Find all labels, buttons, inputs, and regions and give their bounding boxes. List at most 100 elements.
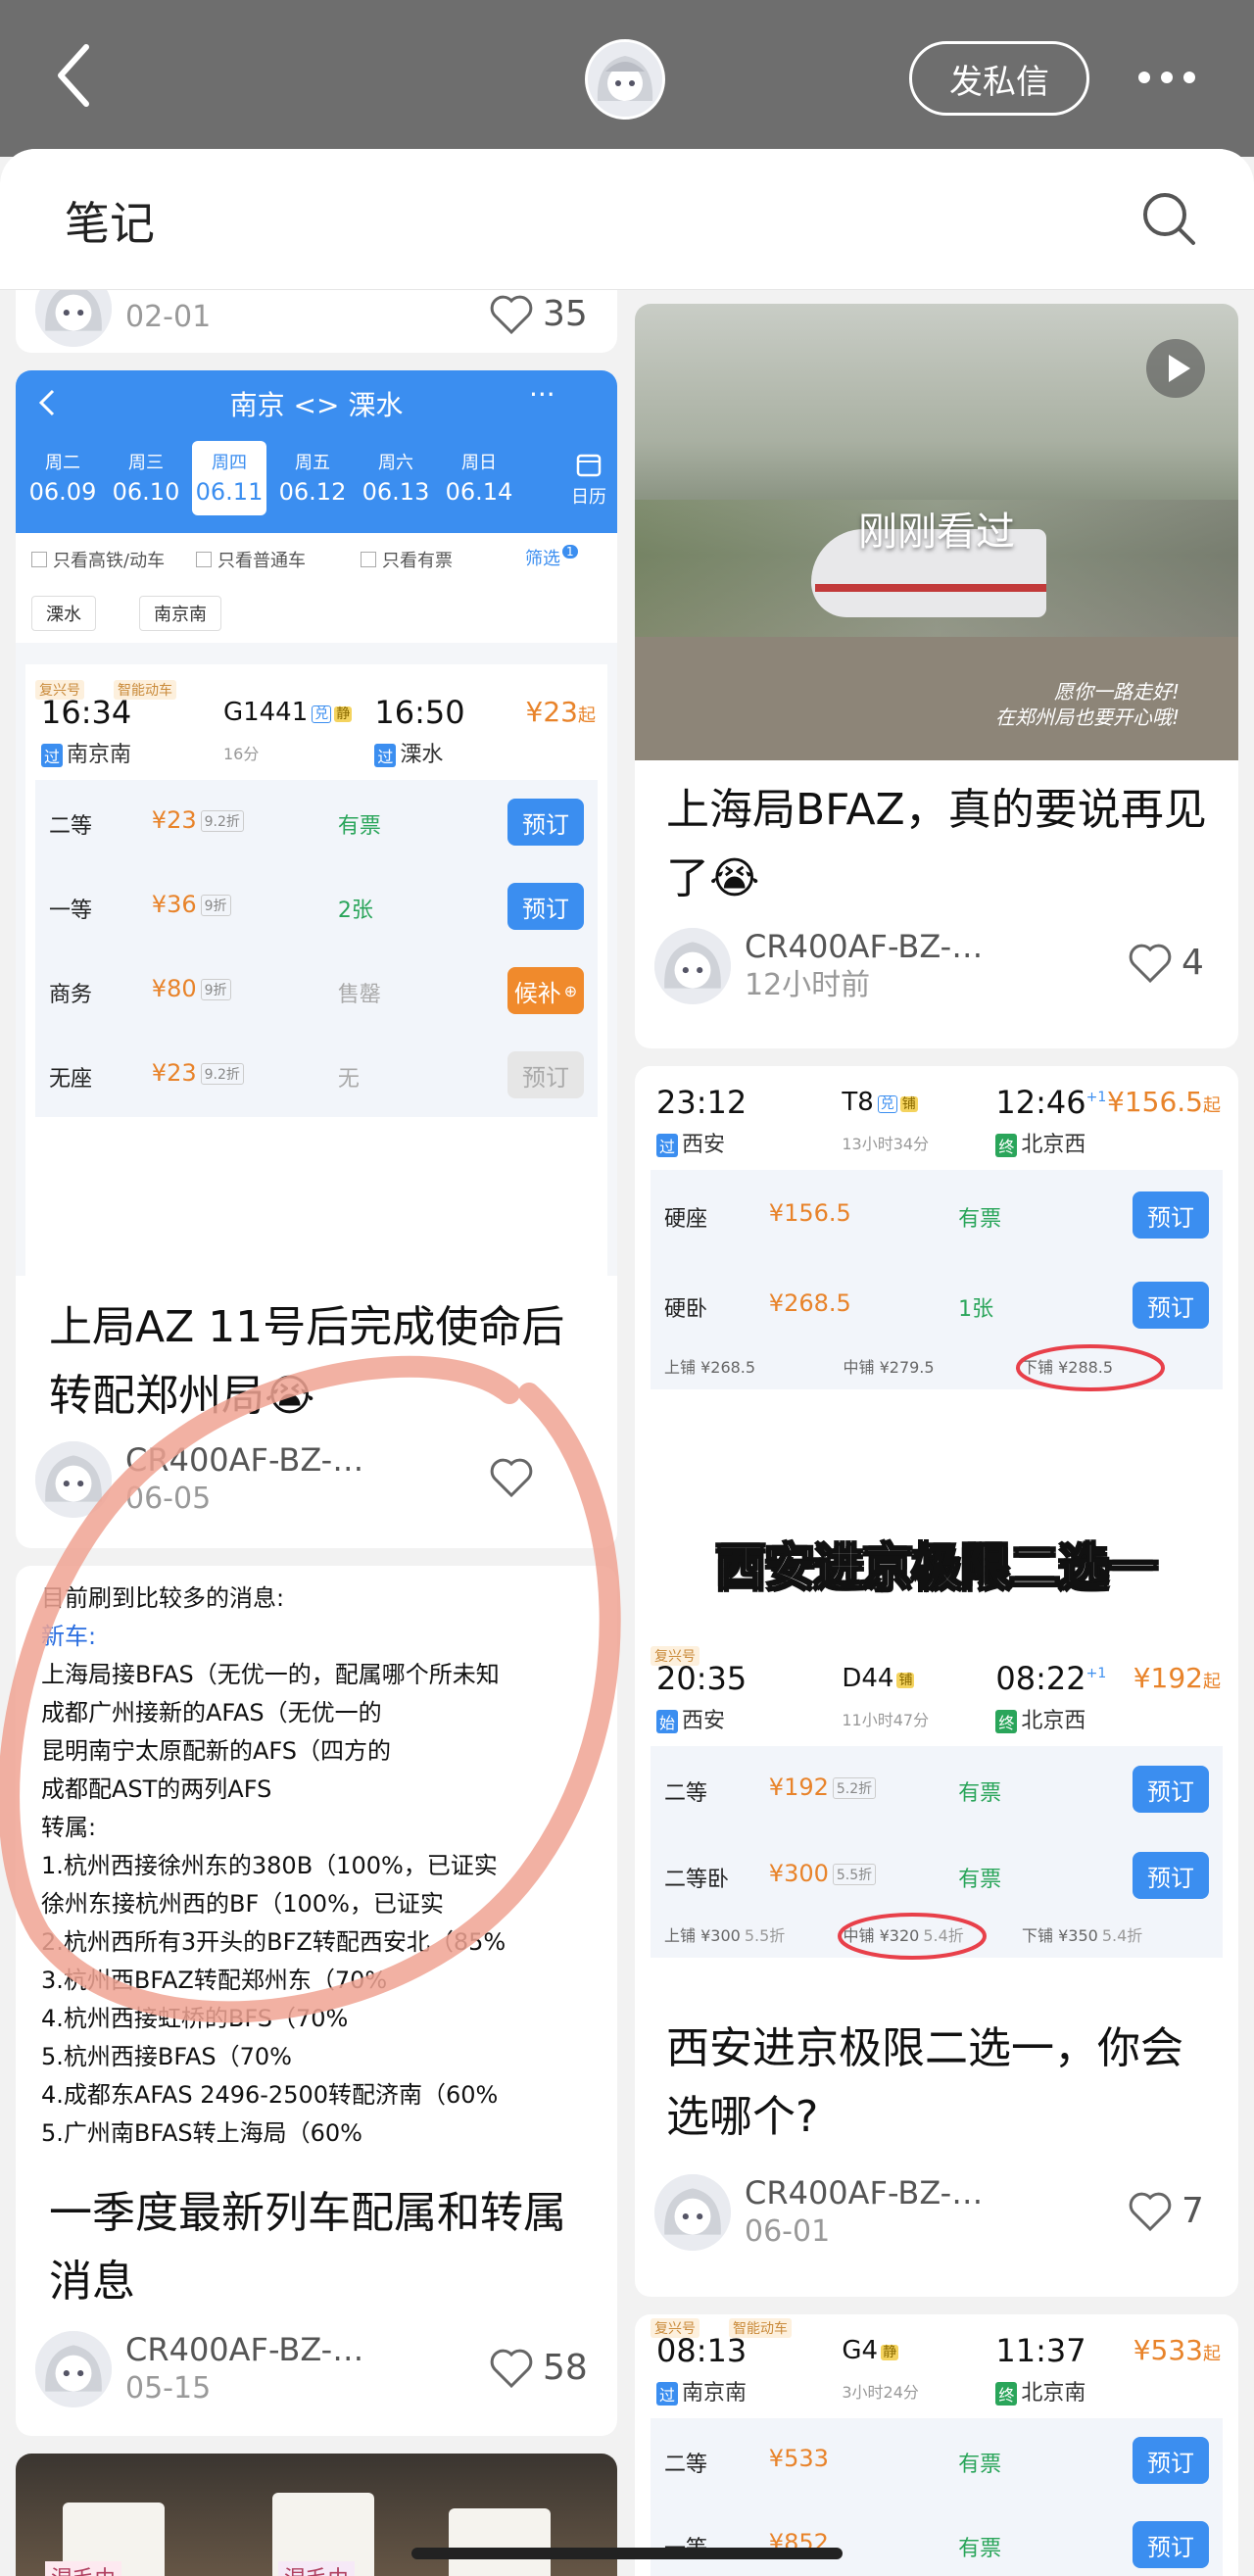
arrival-time: 12:46+1 [995, 1084, 1106, 1121]
more-icon[interactable] [1136, 65, 1197, 90]
seat-price: ¥268.5 [769, 1289, 851, 1317]
filter-label: 只看有票 [382, 551, 453, 571]
train-code: T8 [842, 1088, 874, 1117]
checkbox [31, 552, 47, 567]
station-chip[interactable]: 南京南 [139, 596, 221, 631]
filter-button[interactable]: 筛选 1 [525, 545, 578, 570]
filter-checkbox[interactable]: 只看有票 [361, 547, 453, 572]
station-chip[interactable]: 溧水 [31, 596, 96, 631]
note-title: 上海局BFAZ，真的要说再见了😭 [666, 785, 1207, 903]
berth-price: 上铺 ¥300 5.5折 [664, 1922, 785, 1946]
berth-price-value: 下铺 ¥350 [1022, 1926, 1098, 1945]
book-button-label: 预订 [1147, 1864, 1194, 1892]
notes-title: 笔记 [65, 197, 155, 250]
book-button[interactable]: 预订 [1133, 2437, 1209, 2484]
seat-status: 有票 [337, 814, 381, 839]
filter-checkbox[interactable]: 只看普通车 [196, 547, 306, 572]
date-tab[interactable]: 周二 06.09 [25, 441, 100, 515]
back-icon[interactable] [53, 41, 96, 110]
like-button[interactable]: 4 [1129, 943, 1204, 983]
book-button[interactable]: 预订 [507, 799, 584, 846]
origin-name: 西安 [682, 1133, 726, 1157]
play-icon[interactable] [1144, 337, 1207, 400]
seat-class: 硬座 [664, 1207, 708, 1232]
like-count[interactable]: 35 [490, 294, 588, 334]
seat-class: 硬卧 [664, 1297, 708, 1322]
discount-tag: 9折 [200, 895, 231, 916]
book-button[interactable]: 预订 [507, 1051, 584, 1098]
book-button[interactable]: 预订 [1133, 2521, 1209, 2568]
home-indicator [411, 2548, 843, 2559]
note-card-partial[interactable]: 02-01 35 [16, 290, 617, 353]
departure-time: 23:12 [656, 1084, 748, 1121]
discount-tag: 5.5折 [832, 1864, 877, 1885]
train-result-t8: 23:12 T8 兑铺 12:46+1 ¥156.5起过西安 13小时34分终北京西 硬座 ¥… [641, 1066, 1232, 1527]
note-meta: CR400AF-BZ-… 12小时前 [654, 927, 983, 1005]
date-tab[interactable]: 周三 06.10 [109, 441, 183, 515]
filter-row: 只看高铁/动车 只看普通车 只看有票 筛选 1 [16, 533, 617, 582]
book-button[interactable]: 预订 [1133, 1191, 1209, 1239]
date-tab-date: 06.10 [112, 478, 180, 506]
badge-b: 静 [334, 705, 353, 722]
seat-price-value: ¥156.5 [768, 1199, 851, 1227]
note-card-xian-beijing[interactable]: 23:12 T8 兑铺 12:46+1 ¥156.5起过西安 13小时34分终北京西 硬座 ¥… [635, 1066, 1238, 2297]
min-price-value: ¥156.5 [1107, 1086, 1203, 1118]
seat-price-value: ¥80 [151, 975, 197, 1002]
seat-price-value: ¥36 [151, 891, 197, 918]
seat-price: ¥156.5 [769, 1199, 851, 1227]
book-button[interactable]: 预订 [1133, 1282, 1209, 1329]
note-meta: CR400AF-BZ-… 06-01 [654, 2173, 983, 2252]
top-bar: 发私信 [0, 0, 1254, 157]
book-button-label: 预订 [1147, 1203, 1194, 1232]
seat-price-value: ¥268.5 [768, 1289, 851, 1317]
highlight-ring [1016, 1344, 1165, 1391]
price-suffix: 起 [1203, 1095, 1221, 1116]
book-button[interactable]: 预订 [1133, 1766, 1209, 1813]
filter-label: 只看高铁/动车 [53, 551, 166, 571]
date-tab-date: 06.14 [445, 478, 513, 506]
seat-price: ¥36 9折 [152, 891, 231, 918]
origin-tag: 过 [41, 744, 64, 767]
book-button[interactable]: 预订 [1133, 1852, 1209, 1899]
dest-station: 终北京西 [995, 1127, 1085, 1158]
book-button-label: 预订 [1147, 1293, 1194, 1322]
date-tab[interactable]: 周五 06.12 [275, 441, 350, 515]
profile-avatar[interactable] [585, 39, 665, 120]
berth-price: 下铺 ¥350 5.4折 [1022, 1922, 1142, 1946]
train-number: T8 兑铺 [842, 1088, 918, 1117]
seat-price: ¥23 9.2折 [152, 1059, 244, 1087]
search-icon[interactable] [1140, 190, 1197, 247]
seat-status: 有票 [958, 1781, 1002, 1806]
like-button[interactable]: 7 [1129, 2191, 1204, 2231]
badge-b: 铺 [899, 1095, 918, 1112]
date-tab-weekday: 周日 [461, 453, 497, 473]
send-message-button[interactable]: 发私信 [909, 41, 1089, 116]
date-tab[interactable]: 周日 06.14 [442, 441, 516, 515]
train-code: G1441 [222, 698, 309, 727]
author-avatar [654, 928, 731, 1004]
arrival-time-value: 16:50 [374, 694, 465, 731]
like-button[interactable]: 58 [490, 2348, 588, 2388]
note-card-g4[interactable]: 复兴号 智能动车 08:13 G4 静 11:37 ¥533起过南京南 3小时24分终北京南二… [635, 2314, 1238, 2576]
filter-checkbox[interactable]: 只看高铁/动车 [31, 547, 165, 572]
author-avatar [35, 290, 112, 347]
seat-class: 商务 [49, 983, 93, 1007]
seat-price-value: ¥300 [768, 1860, 829, 1887]
notes-header: 笔记 [0, 149, 1254, 290]
book-button[interactable]: 候补 ⊕ [507, 967, 584, 1014]
date-tab[interactable]: 周四 06.11 [192, 441, 266, 515]
min-price-value: ¥23 [525, 696, 578, 728]
seat-status: 有票 [958, 1868, 1002, 1892]
seat-class: 二等 [664, 1781, 708, 1806]
filter-label: 只看普通车 [217, 551, 306, 571]
video-thumbnail: 刚刚看过 愿你一路走好! 在郑州局也要开心哦! [635, 304, 1238, 760]
book-button[interactable]: 预订 [507, 883, 584, 930]
dest-name: 北京西 [1021, 1709, 1086, 1733]
arrival-time-value: 08:22 [995, 1660, 1086, 1697]
author-name: CR400AF-BZ-… [745, 2174, 984, 2211]
date-tab[interactable]: 周六 06.13 [359, 441, 433, 515]
filter-label: 筛选 [525, 549, 560, 569]
origin-name: 南京南 [67, 743, 132, 767]
duration: 16分 [222, 745, 260, 763]
note-card-bfaz[interactable]: 刚刚看过 愿你一路走好! 在郑州局也要开心哦! 上海局BFAZ，真的要说再见了😭… [635, 304, 1238, 1048]
